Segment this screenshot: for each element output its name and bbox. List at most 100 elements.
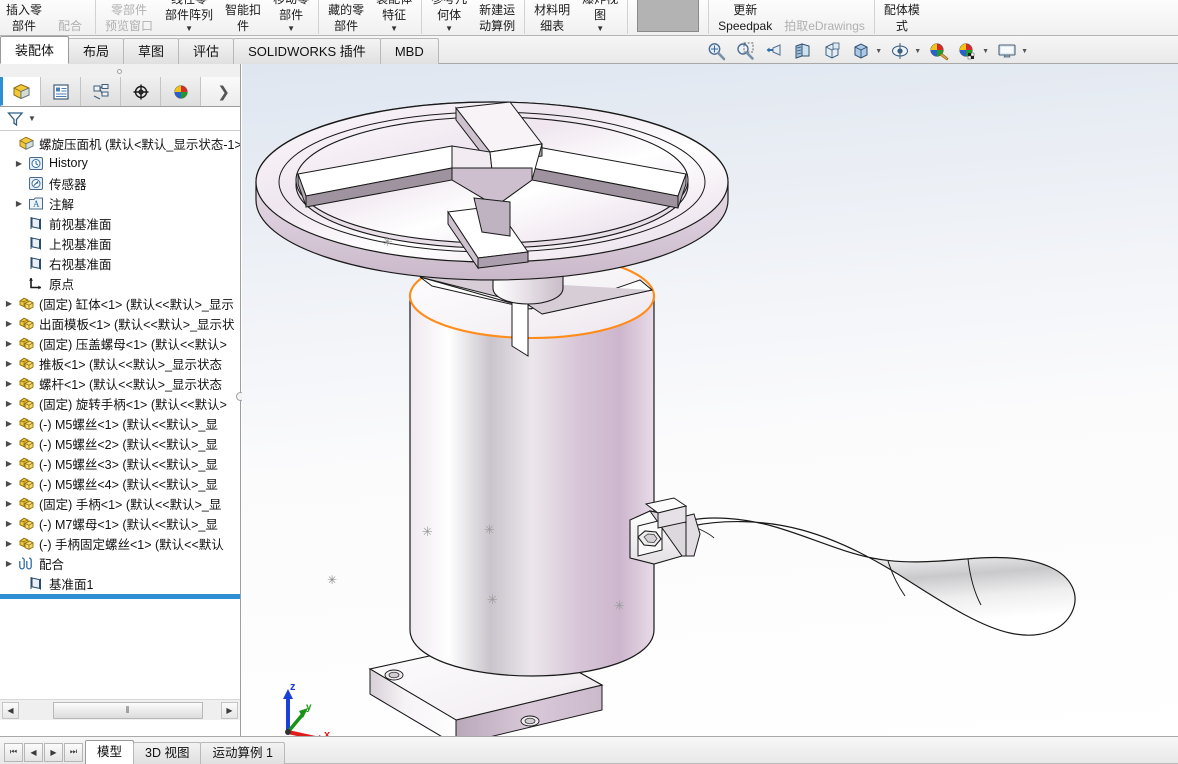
tree-item[interactable]: ▶原点 [0,273,240,293]
ribbon-button-5[interactable]: 移动零 部件▼ [267,0,315,36]
chevron-down-icon[interactable]: ▼ [445,24,453,34]
tab-3[interactable]: 评估 [178,38,234,64]
ribbon-button-13[interactable]: 更新 Speedpak [712,0,778,36]
ribbon-button-15[interactable]: 大型装 配体模 式 [878,0,926,36]
ribbon-button-0[interactable]: 插入零 部件 [0,0,48,36]
ribbon-button-3[interactable]: 线性零 部件阵列▼ [159,0,219,36]
tree-item[interactable]: ▶(-) M5螺丝<4> (默认<<默认>_显 [0,473,240,493]
apply-scene-icon[interactable] [955,39,981,63]
zoom-to-fit-icon[interactable] [703,39,729,63]
ribbon-button-6[interactable]: 显示隐 藏的零 部件 [322,0,370,36]
document-tab-2[interactable]: 运动算例 1 [200,742,284,764]
expand-arrow[interactable]: ▶ [12,159,26,168]
scrollbar-thumb[interactable]: ⦀ [53,702,203,719]
ribbon-button-1[interactable]: 配合 [48,0,92,36]
tree-item[interactable]: ▶推板<1> (默认<<默认>_显示状态 [0,353,240,373]
hide-show-items-icon[interactable] [887,39,913,63]
ribbon-button-8[interactable]: 参考几 何体▼ [425,0,473,36]
edit-appearance-icon[interactable] [926,39,952,63]
expand-arrow[interactable]: ▶ [2,319,16,328]
document-tab-0[interactable]: 模型 [85,740,134,764]
chevron-down-icon[interactable]: ▼ [1021,48,1028,55]
tree-item[interactable]: ▶配合 [0,553,240,573]
tree-item[interactable]: ▶螺杆<1> (默认<<默认>_显示状态 [0,373,240,393]
model-3d-view[interactable]: ✳ ✳ ✳ ✳ ✳ [242,64,1178,736]
panel-splitter[interactable] [0,64,240,77]
ribbon-button-14[interactable]: 拍取eDrawings [778,0,871,36]
expand-arrow[interactable]: ▶ [2,459,16,468]
chevron-down-icon[interactable]: ▼ [185,24,193,34]
feature-tree[interactable]: ▶螺旋压面机 (默认<默认_显示状态-1>)▶History▶传感器▶A注解▶前… [0,131,240,699]
expand-arrow[interactable]: ▶ [2,379,16,388]
configuration-manager-tab[interactable] [81,77,121,106]
chevron-down-icon[interactable]: ▼ [390,24,398,34]
scroll-right-arrow[interactable]: ▶ [221,702,238,719]
ribbon-button-10[interactable]: 材料明 细表 [528,0,576,36]
panel-splitter-handle[interactable] [117,69,122,74]
expand-arrow[interactable]: ▶ [2,399,16,408]
property-manager-tab[interactable] [41,77,81,106]
tree-item[interactable]: ▶前视基准面 [0,213,240,233]
expand-arrow[interactable]: ▶ [2,499,16,508]
view-orientation-icon[interactable] [819,39,845,63]
ribbon-selected-tool[interactable] [637,0,699,32]
graphics-viewport[interactable]: ✳ ✳ ✳ ✳ ✳ [242,64,1178,736]
expand-arrow[interactable]: ▶ [2,359,16,368]
tab-2[interactable]: 草图 [123,38,179,64]
tree-item[interactable]: ▶(-) M5螺丝<2> (默认<<默认>_显 [0,433,240,453]
tree-item[interactable]: ▶(-) M7螺母<1> (默认<<默认>_显 [0,513,240,533]
ribbon-button-4[interactable]: 智能扣 件 [219,0,267,36]
expand-arrow[interactable]: ▶ [2,559,16,568]
ribbon-button-2[interactable]: 零部件 预览窗口 [99,0,159,36]
tab-5[interactable]: MBD [380,38,439,64]
zoom-to-area-icon[interactable] [732,39,758,63]
view-settings-icon[interactable] [994,39,1020,63]
tree-item[interactable]: ▶(-) M5螺丝<3> (默认<<默认>_显 [0,453,240,473]
tree-item[interactable]: ▶History [0,153,240,173]
manager-tab-more-button[interactable]: ❯ [201,77,240,106]
ribbon-button-12[interactable] [631,0,705,36]
section-view-icon[interactable] [790,39,816,63]
expand-arrow[interactable]: ▶ [2,519,16,528]
chevron-down-icon[interactable]: ▼ [287,24,295,34]
expand-arrow[interactable]: ▶ [2,479,16,488]
tree-horizontal-scrollbar[interactable]: ◀ ⦀ ▶ [0,699,240,720]
doc-nav-button-1[interactable]: ◀ [24,743,43,762]
expand-arrow[interactable]: ▶ [2,299,16,308]
tree-item[interactable]: ▶上视基准面 [0,233,240,253]
tree-item[interactable]: ▶传感器 [0,173,240,193]
tab-0[interactable]: 装配体 [0,36,69,64]
expand-arrow[interactable]: ▶ [12,199,26,208]
expand-arrow[interactable]: ▶ [2,539,16,548]
doc-nav-button-0[interactable]: ⏮ [4,743,23,762]
tree-item[interactable]: ▶A注解 [0,193,240,213]
doc-nav-button-3[interactable]: ⏭ [64,743,83,762]
tree-item[interactable]: ▶(-) M5螺丝<1> (默认<<默认>_显 [0,413,240,433]
chevron-down-icon[interactable]: ▼ [596,24,604,34]
tree-item[interactable]: ▶出面模板<1> (默认<<默认>_显示状 [0,313,240,333]
dimxpert-manager-tab[interactable] [121,77,161,106]
feature-manager-tab[interactable] [0,77,41,106]
scrollbar-track[interactable]: ⦀ [21,702,219,719]
tree-item[interactable]: ▶(固定) 压盖螺母<1> (默认<<默认> [0,333,240,353]
tree-item[interactable]: ▶(固定) 旋转手柄<1> (默认<<默认> [0,393,240,413]
tree-root-item[interactable]: ▶螺旋压面机 (默认<默认_显示状态-1>) [0,133,240,153]
assembly-model[interactable]: ✳ ✳ ✳ ✳ ✳ [256,102,1075,736]
display-manager-tab[interactable] [161,77,201,106]
ribbon-button-7[interactable]: 装配体 特征▼ [370,0,418,36]
tab-1[interactable]: 布局 [68,38,124,64]
ribbon-button-9[interactable]: 新建运 动算例 [473,0,521,36]
tree-item[interactable]: ▶基准面1 [0,573,240,593]
chevron-down-icon[interactable]: ▼ [875,48,882,55]
display-style-icon[interactable] [848,39,874,63]
tree-item[interactable]: ▶(-) 手柄固定螺丝<1> (默认<<默认 [0,533,240,553]
scroll-left-arrow[interactable]: ◀ [2,702,19,719]
tree-filter-bar[interactable]: ▼ [0,107,240,131]
tab-4[interactable]: SOLIDWORKS 插件 [233,38,381,64]
tree-item[interactable]: ▶(固定) 手柄<1> (默认<<默认>_显 [0,493,240,513]
ribbon-button-11[interactable]: 爆炸视 图▼ [576,0,624,36]
tree-item[interactable]: ▶(固定) 缸体<1> (默认<<默认>_显示 [0,293,240,313]
expand-arrow[interactable]: ▶ [2,419,16,428]
document-tab-1[interactable]: 3D 视图 [133,742,201,764]
chevron-down-icon[interactable]: ▼ [28,114,36,123]
